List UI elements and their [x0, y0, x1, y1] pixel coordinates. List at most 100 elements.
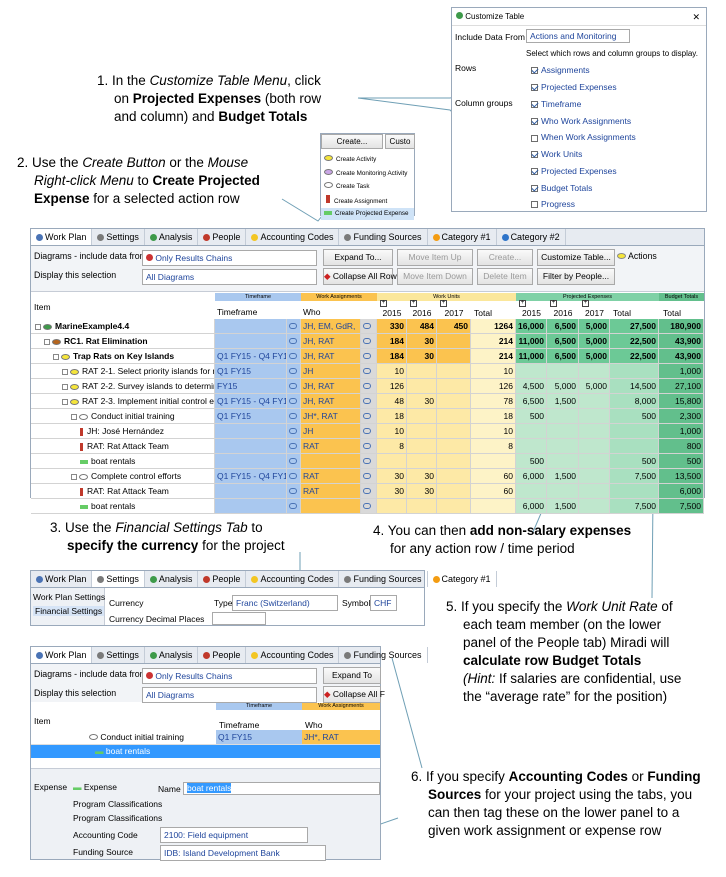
edit-link-icon[interactable] — [363, 368, 371, 374]
cell-p0[interactable]: 6,000 — [516, 499, 547, 514]
cell-p3[interactable]: 7,500 — [610, 499, 659, 514]
cell-p0[interactable]: 500 — [516, 454, 547, 469]
cell-p1[interactable]: 6,500 — [547, 334, 579, 349]
cell-u0[interactable]: 8 — [377, 439, 407, 454]
cell-tf[interactable]: Q1 FY15 — [215, 364, 287, 379]
cell-b[interactable]: 7,500 — [659, 499, 704, 514]
diagrams-select[interactable]: Only Results Chains — [142, 250, 317, 266]
tab-work-plan[interactable]: Work Plan — [31, 647, 93, 663]
tab-category-1[interactable]: Category #1 — [428, 229, 497, 245]
cell-u0[interactable]: 330 — [377, 319, 407, 334]
move-item-down-button[interactable]: Move Item Down — [397, 268, 473, 285]
cell-whoi[interactable] — [361, 484, 377, 499]
cell-p0[interactable]: 4,500 — [516, 379, 547, 394]
cell-u2[interactable] — [437, 484, 471, 499]
checkbox-timeframe[interactable]: Timeframe — [531, 99, 581, 109]
cell-item[interactable]: RAT 2-3. Implement initial control eff — [31, 394, 215, 409]
edit-link-icon[interactable] — [363, 338, 371, 344]
accounting-code-select[interactable]: 2100: Field equipment — [160, 827, 308, 843]
cell-item[interactable]: RAT: Rat Attack Team — [31, 439, 215, 454]
cell-who[interactable] — [301, 454, 361, 469]
cell-p1[interactable]: 1,500 — [547, 394, 579, 409]
tab-settings[interactable]: Settings — [92, 571, 145, 587]
cell-p2[interactable] — [579, 364, 610, 379]
cell-p1[interactable]: 1,500 — [547, 499, 579, 514]
create-toolbar-button[interactable]: Create... — [477, 249, 533, 266]
cell-who[interactable]: RAT — [301, 484, 361, 499]
cell-u3[interactable]: 214 — [471, 349, 516, 364]
cell-u3[interactable]: 10 — [471, 364, 516, 379]
edit-link-icon[interactable] — [289, 398, 297, 404]
checkbox-who-work-assignments[interactable]: Who Work Assignments — [531, 116, 631, 126]
expand-toggle-icon[interactable] — [35, 323, 41, 330]
expense-row-timeframe[interactable]: Q1 FY15 — [216, 730, 302, 744]
cell-b[interactable]: 1,000 — [659, 364, 704, 379]
currency-type-select[interactable]: Franc (Switzerland) — [232, 595, 338, 611]
cell-b[interactable]: 800 — [659, 439, 704, 454]
cell-u3[interactable] — [471, 499, 516, 514]
cell-u0[interactable] — [377, 499, 407, 514]
delete-item-button[interactable]: Delete Item — [477, 268, 533, 285]
edit-link-icon[interactable] — [289, 413, 297, 419]
cell-p3[interactable]: 27,500 — [610, 319, 659, 334]
cell-u1[interactable] — [407, 454, 437, 469]
cell-who[interactable] — [301, 499, 361, 514]
cell-u2[interactable] — [437, 334, 471, 349]
cell-p2[interactable]: 5,000 — [579, 334, 610, 349]
edit-link-icon[interactable] — [363, 428, 371, 434]
cell-u0[interactable]: 10 — [377, 424, 407, 439]
cell-u1[interactable] — [407, 379, 437, 394]
cell-b[interactable]: 27,100 — [659, 379, 704, 394]
cell-u2[interactable] — [437, 394, 471, 409]
cell-whoi[interactable] — [361, 499, 377, 514]
cell-u3[interactable]: 60 — [471, 469, 516, 484]
tab-analysis[interactable]: Analysis — [145, 647, 199, 663]
cell-u1[interactable]: 30 — [407, 334, 437, 349]
cell-u2[interactable] — [437, 409, 471, 424]
tab-settings[interactable]: Settings — [92, 229, 145, 245]
cell-p2[interactable] — [579, 454, 610, 469]
cell-p3[interactable] — [610, 484, 659, 499]
customize-table-button[interactable]: Customize Table... — [537, 249, 615, 266]
expense-row-activity[interactable]: Conduct initial training — [89, 732, 184, 742]
edit-link-icon[interactable] — [289, 368, 297, 374]
filter-by-people-button[interactable]: Filter by People... — [537, 268, 615, 285]
cell-b[interactable]: 500 — [659, 454, 704, 469]
cell-tfi[interactable] — [287, 454, 301, 469]
expense-row-who[interactable]: JH*, RAT — [302, 730, 380, 744]
cell-p2[interactable] — [579, 484, 610, 499]
cell-p0[interactable]: 11,000 — [516, 349, 547, 364]
checkbox-assignments[interactable]: Assignments — [531, 65, 590, 75]
tab-funding-sources[interactable]: Funding Sources — [339, 647, 428, 663]
cell-whoi[interactable] — [361, 454, 377, 469]
edit-link-icon[interactable] — [289, 458, 297, 464]
cell-p3[interactable]: 22,500 — [610, 349, 659, 364]
cell-p1[interactable] — [547, 439, 579, 454]
cell-u0[interactable] — [377, 454, 407, 469]
cell-p0[interactable]: 16,000 — [516, 319, 547, 334]
checkbox-box[interactable] — [531, 117, 538, 125]
cell-p3[interactable] — [610, 424, 659, 439]
cell-p3[interactable]: 7,500 — [610, 469, 659, 484]
edit-link-icon[interactable] — [363, 488, 371, 494]
cell-whoi[interactable] — [361, 469, 377, 484]
edit-link-icon[interactable] — [289, 383, 297, 389]
tab-accounting-codes[interactable]: Accounting Codes — [246, 571, 340, 587]
checkbox-box[interactable] — [531, 83, 538, 91]
funding-source-select[interactable]: IDB: Island Development Bank — [160, 845, 326, 861]
cell-p0[interactable]: 6,000 — [516, 469, 547, 484]
tab-work-plan[interactable]: Work Plan — [31, 571, 93, 587]
include-data-select[interactable]: Actions and Monitoring — [526, 29, 630, 43]
expense-row-selected[interactable]: ▬ boat rentals — [31, 745, 380, 758]
tab-accounting-codes[interactable]: Accounting Codes — [246, 229, 340, 245]
cell-u0[interactable]: 48 — [377, 394, 407, 409]
menu-create-monitoring-activity[interactable]: Create Monitoring Activity — [321, 168, 414, 180]
cell-u0[interactable]: 30 — [377, 484, 407, 499]
cell-u3[interactable]: 126 — [471, 379, 516, 394]
cell-p0[interactable] — [516, 424, 547, 439]
expand-plus-icon[interactable]: + — [410, 300, 417, 307]
cell-who[interactable]: JH, RAT — [301, 379, 361, 394]
cell-item[interactable]: RC1. Rat Elimination — [31, 334, 215, 349]
cell-u2[interactable] — [437, 349, 471, 364]
table-row[interactable]: Complete control efforts Q1 FY15 - Q4 FY1… — [31, 469, 704, 484]
